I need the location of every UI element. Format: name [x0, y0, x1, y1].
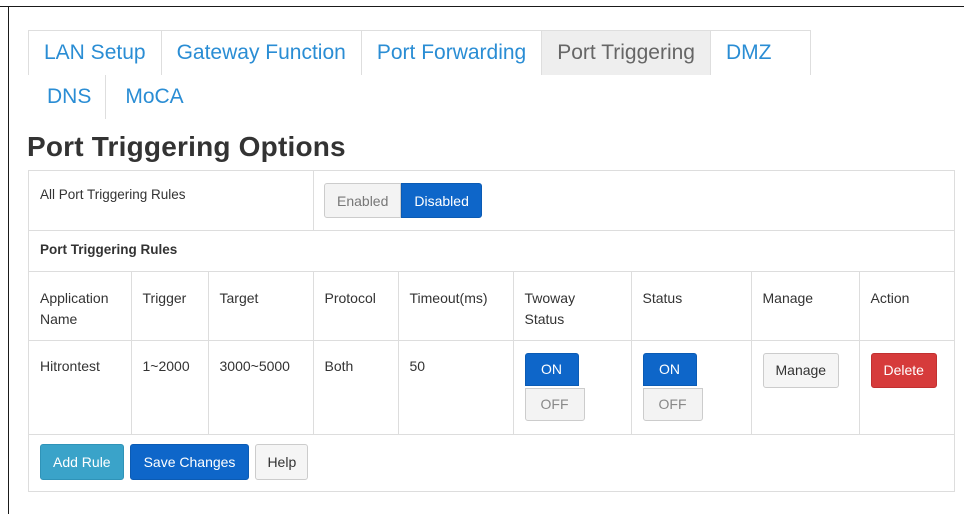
cell-application-name: Hitrontest — [29, 340, 132, 435]
cell-protocol: Both — [313, 340, 399, 435]
manage-button[interactable]: Manage — [762, 352, 840, 388]
enabled-button[interactable]: Enabled — [324, 183, 402, 218]
delete-button[interactable]: Delete — [870, 352, 937, 388]
cell-timeout: 50 — [398, 340, 514, 435]
footer-actions: Add Rule Save Changes Help — [40, 444, 309, 480]
cell-twoway-status: ON OFF — [513, 340, 632, 435]
tab-dns[interactable]: DNS — [28, 75, 107, 119]
cell-manage: Manage — [751, 340, 860, 435]
col-header-status: Status — [631, 272, 752, 341]
status-on-button[interactable]: ON — [642, 352, 697, 386]
cell-status: ON OFF — [631, 340, 752, 435]
tab-bar: LAN Setup Gateway Function Port Forwardi… — [28, 30, 944, 119]
table-row: Hitrontest 1~2000 3000~5000 Both 50 ON O… — [29, 340, 954, 435]
add-rule-button[interactable]: Add Rule — [40, 444, 124, 480]
status-off-button[interactable]: OFF — [642, 387, 703, 421]
all-rules-row: All Port Triggering Rules Enabled Disabl… — [29, 171, 954, 231]
col-header-twoway-status: Twoway Status — [513, 272, 632, 341]
table-header-row: Application Name Trigger Target Protocol… — [29, 272, 954, 341]
tab-row-primary: LAN Setup Gateway Function Port Forwardi… — [28, 30, 944, 75]
tab-gateway-function[interactable]: Gateway Function — [161, 30, 362, 75]
twoway-status-toggle: ON OFF — [524, 352, 585, 421]
column-divider — [313, 171, 314, 230]
twoway-off-button[interactable]: OFF — [524, 387, 585, 421]
col-header-target: Target — [208, 272, 314, 341]
twoway-on-button[interactable]: ON — [524, 352, 579, 386]
tab-dmz[interactable]: DMZ — [710, 30, 811, 75]
rules-table: Application Name Trigger Target Protocol… — [29, 272, 954, 435]
cell-target: 3000~5000 — [208, 340, 314, 435]
window-top-edge — [0, 0, 964, 7]
tab-port-forwarding[interactable]: Port Forwarding — [361, 30, 543, 75]
tab-moca[interactable]: MoCA — [106, 75, 197, 119]
col-header-action: Action — [859, 272, 954, 341]
status-toggle: ON OFF — [642, 352, 703, 421]
all-rules-label: All Port Triggering Rules — [40, 187, 186, 202]
cell-trigger: 1~2000 — [131, 340, 209, 435]
rules-section-header: Port Triggering Rules — [29, 231, 954, 272]
tab-port-triggering[interactable]: Port Triggering — [542, 30, 711, 75]
rules-section-title: Port Triggering Rules — [40, 242, 178, 257]
tab-row-secondary: DNS MoCA — [28, 75, 944, 119]
col-header-timeout: Timeout(ms) — [398, 272, 514, 341]
help-button[interactable]: Help — [255, 444, 309, 480]
save-changes-button[interactable]: Save Changes — [129, 444, 250, 480]
cell-action: Delete — [859, 340, 954, 435]
tab-lan-setup[interactable]: LAN Setup — [28, 30, 162, 75]
col-header-trigger: Trigger — [131, 272, 209, 341]
col-header-manage: Manage — [751, 272, 860, 341]
col-header-application-name: Application Name — [29, 272, 132, 341]
col-header-protocol: Protocol — [313, 272, 399, 341]
window-left-edge — [8, 7, 9, 514]
disabled-button[interactable]: Disabled — [401, 183, 482, 218]
page-title: Port Triggering Options — [27, 131, 346, 162]
port-triggering-panel: All Port Triggering Rules Enabled Disabl… — [28, 170, 955, 492]
all-rules-toggle: Enabled Disabled — [324, 183, 482, 218]
